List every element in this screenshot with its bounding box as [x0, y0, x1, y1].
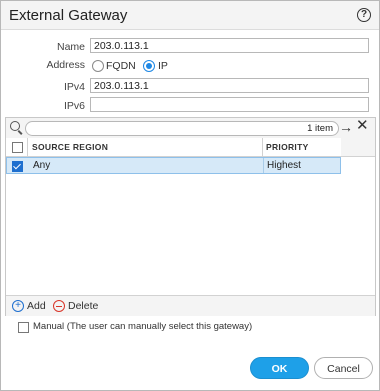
column-divider — [27, 138, 28, 156]
select-all-checkbox[interactable] — [12, 142, 23, 153]
search-icon — [10, 121, 20, 131]
name-label: Name — [56, 41, 85, 53]
dialog-titlebar: External Gateway ? — [1, 1, 379, 30]
dialog-title: External Gateway — [9, 7, 128, 24]
add-button[interactable]: Add — [27, 300, 46, 312]
fqdn-radio[interactable] — [92, 60, 104, 72]
external-gateway-dialog: External Gateway ? Name 203.0.113.1 Addr… — [0, 0, 380, 391]
column-header-source-region[interactable]: SOURCE REGION — [32, 142, 108, 152]
ok-button[interactable]: OK — [250, 357, 309, 379]
ipv4-label: IPv4 — [63, 81, 85, 93]
cell-divider — [263, 158, 264, 173]
manual-checkbox[interactable] — [18, 322, 29, 333]
name-input[interactable]: 203.0.113.1 — [90, 38, 369, 53]
search-input[interactable]: 1 item — [25, 121, 339, 136]
row-checkbox[interactable] — [12, 161, 23, 172]
column-header-priority[interactable]: PRIORITY — [266, 142, 309, 152]
cancel-button[interactable]: Cancel — [314, 357, 373, 379]
address-label: Address — [46, 59, 85, 71]
column-divider — [262, 138, 263, 156]
add-icon[interactable]: + — [12, 300, 24, 312]
close-icon[interactable]: ✕ — [356, 118, 369, 134]
ipv6-label: IPv6 — [63, 100, 85, 112]
manual-label: Manual (The user can manually select thi… — [33, 321, 253, 332]
ip-radio-label: IP — [158, 60, 168, 72]
ip-radio[interactable] — [143, 60, 155, 72]
ipv4-input[interactable]: 203.0.113.1 — [90, 78, 369, 93]
priority-cell: Highest — [267, 160, 301, 171]
ipv6-input[interactable] — [90, 97, 369, 112]
delete-button[interactable]: Delete — [68, 300, 98, 312]
grid-header-filler — [341, 138, 375, 157]
grid-footer: + Add Delete — [6, 295, 375, 316]
help-icon[interactable]: ? — [357, 8, 371, 22]
grid-search-bar: 1 item → ✕ — [6, 118, 375, 139]
item-count: 1 item — [307, 123, 333, 134]
delete-icon[interactable] — [53, 300, 65, 312]
table-row[interactable]: Any Highest — [6, 157, 341, 174]
source-region-grid: 1 item → ✕ SOURCE REGION PRIORITY Any Hi… — [5, 117, 376, 316]
fqdn-radio-label: FQDN — [106, 60, 136, 72]
arrow-right-icon[interactable]: → — [339, 119, 353, 135]
source-region-cell: Any — [33, 160, 51, 171]
grid-header: SOURCE REGION PRIORITY — [6, 138, 341, 157]
